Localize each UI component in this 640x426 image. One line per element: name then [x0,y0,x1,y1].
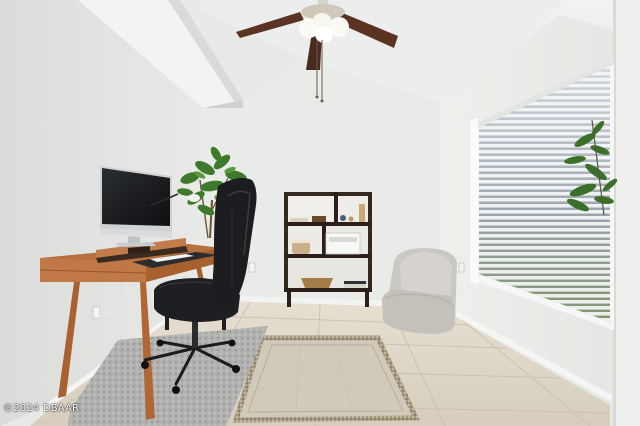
wall-outlet [248,262,256,273]
bookshelf [284,192,372,307]
copyright-watermark: ©2024 DBAAR [3,403,80,414]
wall-outlet [458,262,465,273]
wall-outlet [92,306,101,319]
room-photo: ©2024 DBAAR [0,0,640,426]
corner-pillar [615,0,640,426]
room-illustration [0,0,640,426]
